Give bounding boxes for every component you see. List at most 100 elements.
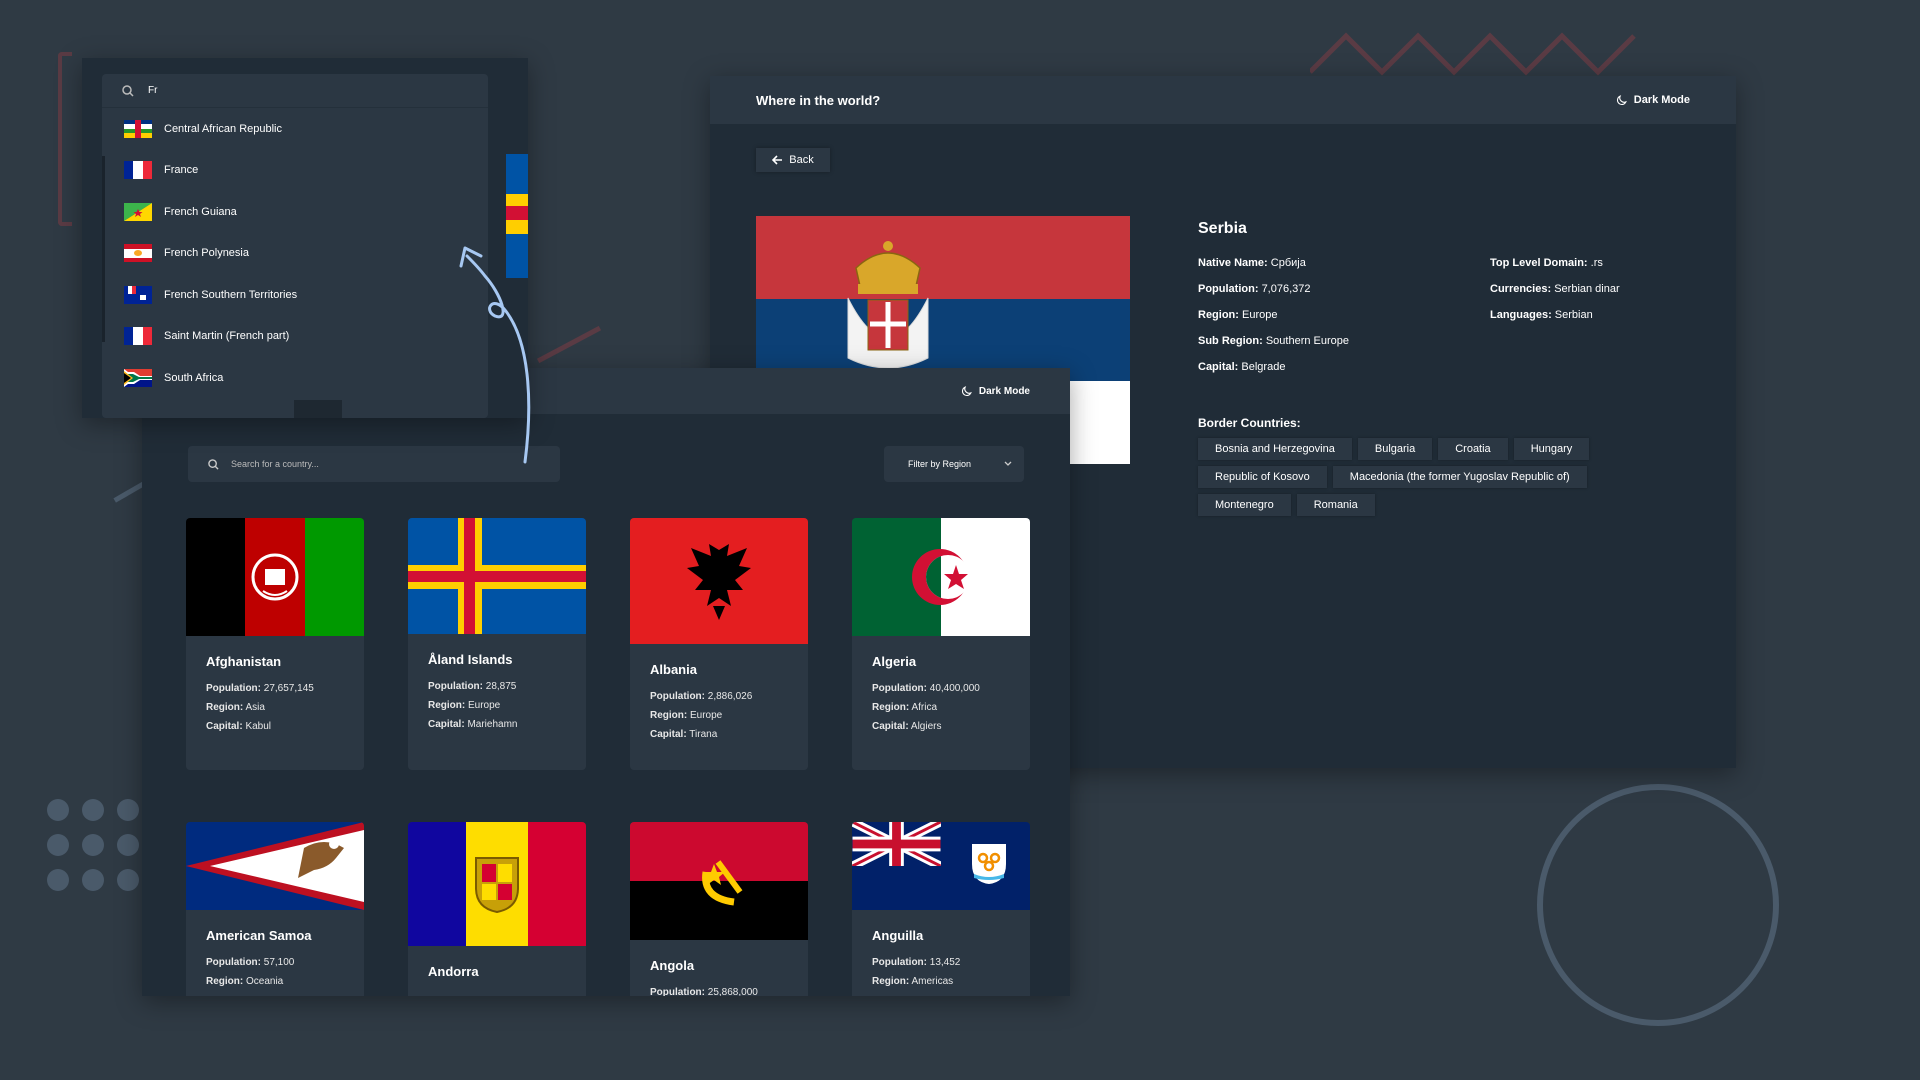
albania-flag bbox=[630, 518, 808, 644]
detail-col-1: Native Name: Србија Population: 7,076,37… bbox=[1198, 257, 1478, 387]
card-region: Region: Europe bbox=[428, 700, 501, 711]
card-title: Algeria bbox=[872, 654, 917, 669]
country-card[interactable]: Algeria Population: 40,400,000 Region: A… bbox=[852, 518, 1030, 770]
country-card[interactable]: Afghanistan Population: 27,657,145 Regio… bbox=[186, 518, 364, 770]
scroll-indicator bbox=[102, 156, 105, 342]
border-chip[interactable]: Hungary bbox=[1513, 438, 1590, 460]
country-card[interactable]: Åland Islands Population: 28,875 Region:… bbox=[408, 518, 586, 770]
deco-ring bbox=[1537, 784, 1779, 1026]
dark-mode-label: Dark Mode bbox=[1633, 94, 1690, 106]
card-region: Region: Asia bbox=[206, 702, 265, 713]
deco-red-bracket bbox=[58, 52, 72, 226]
dark-mode-toggle[interactable]: Dark Mode bbox=[960, 385, 1030, 398]
american-samoa-flag bbox=[186, 822, 364, 910]
dropdown-item[interactable]: French Polynesia bbox=[102, 233, 488, 275]
dropdown-panel: Fr Central African Republic France Frenc… bbox=[102, 74, 488, 418]
back-label: Back bbox=[789, 154, 814, 166]
border-chip[interactable]: Macedonia (the former Yugoslav Republic … bbox=[1332, 466, 1587, 488]
card-title: American Samoa bbox=[206, 928, 312, 943]
crescent-star-icon bbox=[912, 549, 970, 605]
andorra-flag bbox=[408, 822, 586, 946]
angola-emblem-icon bbox=[702, 860, 743, 906]
card-population: Population: 25,868,000 bbox=[650, 987, 758, 996]
search-icon bbox=[122, 84, 134, 97]
card-title: Albania bbox=[650, 662, 697, 677]
population-row: Population: 7,076,372 bbox=[1198, 283, 1311, 295]
card-title: Åland Islands bbox=[428, 652, 513, 667]
card-title: Andorra bbox=[428, 964, 479, 979]
border-chip[interactable]: Bosnia and Herzegovina bbox=[1198, 438, 1352, 460]
card-title: Afghanistan bbox=[206, 654, 282, 669]
central-african-republic-flag-icon bbox=[124, 119, 152, 138]
detail-header: Where in the world? Dark Mode bbox=[710, 76, 1736, 124]
arrow-left-icon bbox=[772, 155, 783, 165]
border-chip[interactable]: Croatia bbox=[1438, 438, 1508, 460]
filter-label: Filter by Region bbox=[908, 459, 972, 469]
afghanistan-flag bbox=[186, 518, 364, 636]
card-title: Anguilla bbox=[872, 928, 924, 943]
dark-mode-toggle[interactable]: Dark Mode bbox=[1615, 94, 1690, 107]
card-region: Region: Africa bbox=[872, 702, 938, 713]
border-chip[interactable]: Republic of Kosovo bbox=[1198, 466, 1327, 488]
card-region: Region: Oceania bbox=[206, 976, 284, 987]
card-body: Anguilla Population: 13,452 Region: Amer… bbox=[852, 910, 1030, 996]
card-body: Algeria Population: 40,400,000 Region: A… bbox=[852, 636, 1030, 754]
country-card[interactable]: Albania Population: 2,886,026 Region: Eu… bbox=[630, 518, 808, 770]
border-chip[interactable]: Montenegro bbox=[1198, 494, 1291, 516]
deco-dot-grid bbox=[46, 798, 156, 898]
france-flag-icon bbox=[124, 161, 152, 180]
country-card[interactable]: American Samoa Population: 57,100 Region… bbox=[186, 822, 364, 996]
dropdown-item[interactable]: Central African Republic bbox=[102, 108, 488, 150]
border-chips: Bosnia and Herzegovina Bulgaria Croatia Hun… bbox=[1198, 438, 1618, 522]
card-population: Population: 28,875 bbox=[428, 681, 517, 692]
country-name: Serbia bbox=[1198, 220, 1247, 237]
dropdown-item-label: Saint Martin (French part) bbox=[164, 330, 290, 343]
country-card[interactable]: Andorra bbox=[408, 822, 586, 996]
dropdown-item-label: French Southern Territories bbox=[164, 288, 298, 301]
card-population: Population: 57,100 bbox=[206, 957, 295, 968]
dropdown-item[interactable]: South Africa bbox=[102, 357, 488, 399]
native-name-row: Native Name: Србија bbox=[1198, 257, 1306, 269]
filter-dropdown[interactable]: Filter by Region bbox=[884, 446, 1024, 482]
deco-red-stroke bbox=[536, 325, 602, 364]
back-button[interactable]: Back bbox=[756, 148, 830, 172]
border-chip[interactable]: Bulgaria bbox=[1357, 438, 1433, 460]
card-population: Population: 27,657,145 bbox=[206, 683, 314, 694]
curved-arrow-icon bbox=[459, 246, 531, 464]
dropdown-item-label: South Africa bbox=[164, 371, 224, 384]
moon-icon bbox=[1616, 94, 1627, 105]
search-query: Fr bbox=[148, 85, 158, 96]
card-body: Albania Population: 2,886,026 Region: Eu… bbox=[630, 644, 808, 762]
dropdown-item[interactable]: Saint Martin (French part) bbox=[102, 316, 488, 358]
country-card[interactable]: Angola Population: 25,868,000 bbox=[630, 822, 808, 996]
dropdown-item[interactable]: France bbox=[102, 150, 488, 192]
home-window: Dark Mode Search for a country... Filter… bbox=[142, 368, 1070, 996]
country-card[interactable]: Anguilla Population: 13,452 Region: Amer… bbox=[852, 822, 1030, 996]
card-population: Population: 2,886,026 bbox=[650, 691, 753, 702]
algeria-flag bbox=[852, 518, 1030, 636]
french-polynesia-flag-icon bbox=[124, 244, 152, 263]
dropdown-item-label: French Guiana bbox=[164, 205, 237, 218]
afghanistan-emblem-icon bbox=[251, 553, 299, 601]
card-body: Angola Population: 25,868,000 bbox=[630, 940, 808, 996]
andorra-coat-of-arms-icon bbox=[475, 857, 519, 914]
scroll-thumb[interactable] bbox=[294, 400, 342, 418]
french-guiana-flag-icon bbox=[124, 202, 152, 221]
dropdown-item[interactable]: French Southern Territories bbox=[102, 274, 488, 316]
card-body: Andorra bbox=[408, 946, 586, 996]
american-samoa-triangle-icon bbox=[186, 822, 364, 910]
region-row: Region: Europe bbox=[1198, 309, 1278, 321]
anguilla-flag bbox=[852, 822, 1030, 910]
card-population: Population: 13,452 bbox=[872, 957, 961, 968]
card-population: Population: 40,400,000 bbox=[872, 683, 980, 694]
anguilla-shield-icon bbox=[972, 844, 1006, 884]
card-capital: Capital: Algiers bbox=[872, 721, 942, 732]
border-chip[interactable]: Romania bbox=[1296, 494, 1375, 516]
dropdown-search-input[interactable]: Fr bbox=[102, 74, 488, 108]
card-region: Region: Europe bbox=[650, 710, 723, 721]
dropdown-item[interactable]: French Guiana bbox=[102, 191, 488, 233]
union-jack-icon bbox=[852, 822, 941, 866]
search-icon bbox=[208, 458, 219, 470]
moon-icon bbox=[961, 385, 972, 396]
card-body: American Samoa Population: 57,100 Region… bbox=[186, 910, 364, 996]
